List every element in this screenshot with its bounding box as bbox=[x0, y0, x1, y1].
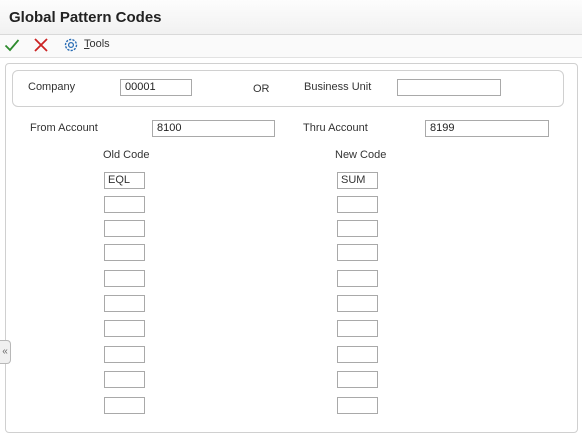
new-code-field[interactable] bbox=[337, 270, 378, 287]
new-code-field[interactable] bbox=[337, 244, 378, 261]
double-chevron-left-icon: « bbox=[2, 346, 8, 357]
from-account-label: From Account bbox=[30, 122, 98, 134]
new-code-header: New Code bbox=[335, 149, 387, 161]
title-bar: Global Pattern Codes bbox=[0, 0, 582, 35]
old-code-field[interactable] bbox=[104, 196, 145, 213]
new-code-field[interactable] bbox=[337, 346, 378, 363]
new-code-field[interactable] bbox=[337, 320, 378, 337]
or-label: OR bbox=[253, 83, 270, 95]
company-field[interactable]: 00001 bbox=[120, 79, 192, 96]
toolbar: Tools bbox=[0, 35, 582, 58]
new-code-field[interactable]: SUM bbox=[337, 172, 378, 189]
from-account-field[interactable]: 8100 bbox=[152, 120, 275, 137]
gear-icon[interactable] bbox=[63, 37, 79, 53]
new-code-field[interactable] bbox=[337, 220, 378, 237]
new-code-field[interactable] bbox=[337, 371, 378, 388]
new-code-field[interactable] bbox=[337, 295, 378, 312]
old-code-field[interactable] bbox=[104, 346, 145, 363]
form-panel bbox=[5, 63, 578, 433]
old-code-field[interactable] bbox=[104, 371, 145, 388]
thru-account-field[interactable]: 8199 bbox=[425, 120, 549, 137]
thru-account-label: Thru Account bbox=[303, 122, 368, 134]
old-code-field[interactable] bbox=[104, 295, 145, 312]
business-unit-label: Business Unit bbox=[304, 81, 372, 93]
old-code-header: Old Code bbox=[103, 149, 150, 161]
page-title: Global Pattern Codes bbox=[9, 9, 162, 26]
checkmark-icon[interactable] bbox=[4, 37, 20, 53]
old-code-field[interactable] bbox=[104, 397, 145, 414]
company-label: Company bbox=[28, 81, 76, 93]
collapse-sidebar-handle[interactable]: « bbox=[0, 340, 11, 364]
new-code-field[interactable] bbox=[337, 196, 378, 213]
old-code-field[interactable] bbox=[104, 270, 145, 287]
x-icon[interactable] bbox=[33, 37, 49, 53]
new-code-field[interactable] bbox=[337, 397, 378, 414]
business-unit-field[interactable] bbox=[397, 79, 501, 96]
old-code-field[interactable] bbox=[104, 220, 145, 237]
old-code-field[interactable]: EQL bbox=[104, 172, 145, 189]
tools-menu-button[interactable]: Tools bbox=[84, 38, 110, 50]
old-code-field[interactable] bbox=[104, 320, 145, 337]
old-code-field[interactable] bbox=[104, 244, 145, 261]
